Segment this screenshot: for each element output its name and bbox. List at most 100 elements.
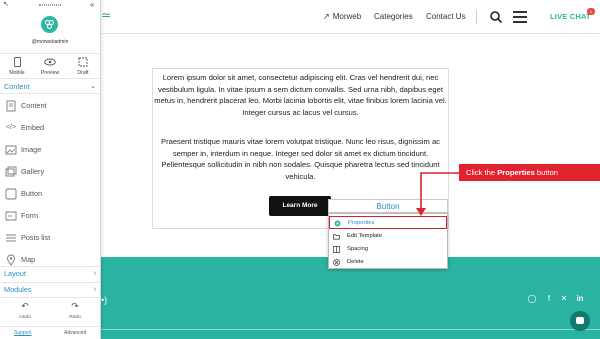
chat-bubble-icon[interactable] <box>570 311 590 331</box>
editor-sidebar: ↖ « @morwebadmin Mobile Preview Draft Co… <box>0 0 101 339</box>
context-menu-delete-label: Delete <box>347 259 364 265</box>
module-item-gallery[interactable]: Gallery <box>0 161 100 183</box>
section-content-header[interactable]: Content ⌄ <box>0 80 100 94</box>
callout-suffix: button <box>534 168 559 177</box>
logo-icon <box>45 20 54 29</box>
gear-icon <box>334 220 341 227</box>
embed-icon: </> <box>5 124 17 131</box>
nav-morweb-label: Morweb <box>332 12 362 21</box>
undo-icon: ↶ <box>21 301 29 311</box>
instagram-icon[interactable]: ◯ <box>527 294 537 304</box>
support-link[interactable]: Support <box>14 330 32 336</box>
context-menu-spacing-label: Spacing <box>347 246 368 252</box>
module-item-embed[interactable]: </> Embed <box>0 117 100 139</box>
map-pin-icon <box>7 254 15 266</box>
module-context-menu: Properties Edit Template Spacing Delete <box>328 213 448 269</box>
view-mobile-button[interactable]: Mobile <box>2 57 32 76</box>
callout-prefix: Click the <box>466 168 498 177</box>
content-icon <box>6 100 16 112</box>
collapse-icon[interactable]: « <box>90 0 94 9</box>
module-item-map-label: Map <box>21 255 36 264</box>
context-menu-spacing[interactable]: Spacing <box>329 243 447 256</box>
folder-icon <box>333 234 340 240</box>
form-icon <box>5 211 17 221</box>
site-top-nav: ≃ ↗ Morweb Categories Contact Us LIVE CHA… <box>101 0 600 34</box>
button-module-label-text: Button <box>376 202 400 211</box>
drag-handle[interactable] <box>39 4 61 6</box>
module-item-image[interactable]: Image <box>0 139 100 161</box>
callout-bold: Properties <box>497 168 535 177</box>
module-item-posts-list-label: Posts list <box>21 233 51 242</box>
button-icon <box>5 188 17 200</box>
context-menu-delete[interactable]: Delete <box>329 256 447 269</box>
view-preview-label: Preview <box>40 70 60 76</box>
undo-redo-bar: ↶ Undo ↷ Redo <box>0 297 100 325</box>
hamburger-menu-icon[interactable] <box>513 11 527 23</box>
view-mobile-label: Mobile <box>9 70 25 76</box>
live-chat-link[interactable]: LIVE CHAT <box>550 12 591 21</box>
module-item-button-label: Button <box>21 189 43 198</box>
delete-icon <box>333 259 340 266</box>
spacing-icon <box>333 246 340 253</box>
button-module-label[interactable]: Button <box>328 199 448 213</box>
linkedin-icon[interactable]: in <box>575 294 585 304</box>
live-chat-badge: 1 <box>587 8 595 15</box>
view-draft-label: Draft <box>77 70 89 76</box>
module-item-content[interactable]: Content <box>0 95 100 117</box>
nav-divider <box>476 10 477 24</box>
module-item-content-label: Content <box>21 101 47 110</box>
nav-link-contact[interactable]: Contact Us <box>426 12 466 21</box>
nav-link-categories[interactable]: Categories <box>374 12 413 21</box>
section-modules-header[interactable]: Modules › <box>0 282 100 296</box>
module-item-image-label: Image <box>21 145 42 154</box>
posts-list-icon <box>6 234 16 242</box>
module-item-gallery-label: Gallery <box>21 167 45 176</box>
avatar[interactable] <box>41 16 58 33</box>
draft-icon <box>78 57 88 67</box>
site-logo-fragment[interactable]: ≃ <box>101 8 111 22</box>
nav-link-morweb[interactable]: ↗ Morweb <box>323 12 361 21</box>
undo-label: Undo <box>19 315 31 320</box>
section-modules-label: Modules <box>4 285 32 294</box>
section-layout-label: Layout <box>4 269 26 278</box>
context-menu-properties[interactable]: Properties <box>329 216 447 229</box>
module-item-embed-label: Embed <box>21 123 45 132</box>
context-menu-properties-label: Properties <box>348 220 375 226</box>
footer-text-fragment: •) <box>101 295 108 305</box>
view-preview-button[interactable]: Preview <box>35 57 65 76</box>
redo-label: Redo <box>69 315 81 320</box>
module-item-form-label: Form <box>21 211 39 220</box>
module-item-button[interactable]: Button <box>0 183 100 205</box>
username: @morwebadmin <box>31 39 69 45</box>
sidebar-footer: Support Advanced <box>0 326 100 339</box>
back-arrow-icon[interactable]: ↖ <box>3 0 9 8</box>
site-preview: ≃ ↗ Morweb Categories Contact Us LIVE CHA… <box>101 0 600 339</box>
instruction-callout: Click the Properties button <box>459 164 600 181</box>
module-item-posts-list[interactable]: Posts list <box>0 227 100 249</box>
gallery-icon <box>5 166 17 177</box>
context-menu-edit-template-label: Edit Template <box>347 233 383 239</box>
learn-more-button[interactable]: Learn More <box>269 196 331 216</box>
redo-button[interactable]: ↷ Redo <box>55 301 95 320</box>
body-paragraph-2: Praesent tristique mauris vitae lorem vo… <box>161 137 440 182</box>
chevron-right-icon: › <box>93 286 96 293</box>
mobile-icon <box>13 57 21 67</box>
advanced-link[interactable]: Advanced <box>64 330 86 336</box>
view-draft-button[interactable]: Draft <box>68 57 98 76</box>
footer-divider <box>101 329 600 330</box>
x-icon[interactable]: ✕ <box>559 294 569 304</box>
undo-button[interactable]: ↶ Undo <box>5 301 45 320</box>
section-layout-header[interactable]: Layout › <box>0 266 100 280</box>
context-menu-edit-template[interactable]: Edit Template <box>329 230 447 243</box>
facebook-icon[interactable]: f <box>544 294 554 304</box>
footer-section: •) ◯ f ✕ in <box>101 257 600 339</box>
sidebar-header: ↖ « <box>0 0 100 9</box>
view-mode-bar: Mobile Preview Draft <box>0 53 100 79</box>
body-paragraph-1: Lorem ipsum dolor sit amet, consectetur … <box>154 73 447 118</box>
external-link-icon: ↗ <box>323 12 330 21</box>
module-item-form[interactable]: Form <box>0 205 100 227</box>
screen: ≃ ↗ Morweb Categories Contact Us LIVE CHA… <box>0 0 600 339</box>
section-content-label: Content <box>4 82 30 91</box>
search-icon[interactable] <box>489 10 503 24</box>
chevron-down-icon: ⌄ <box>90 83 96 90</box>
